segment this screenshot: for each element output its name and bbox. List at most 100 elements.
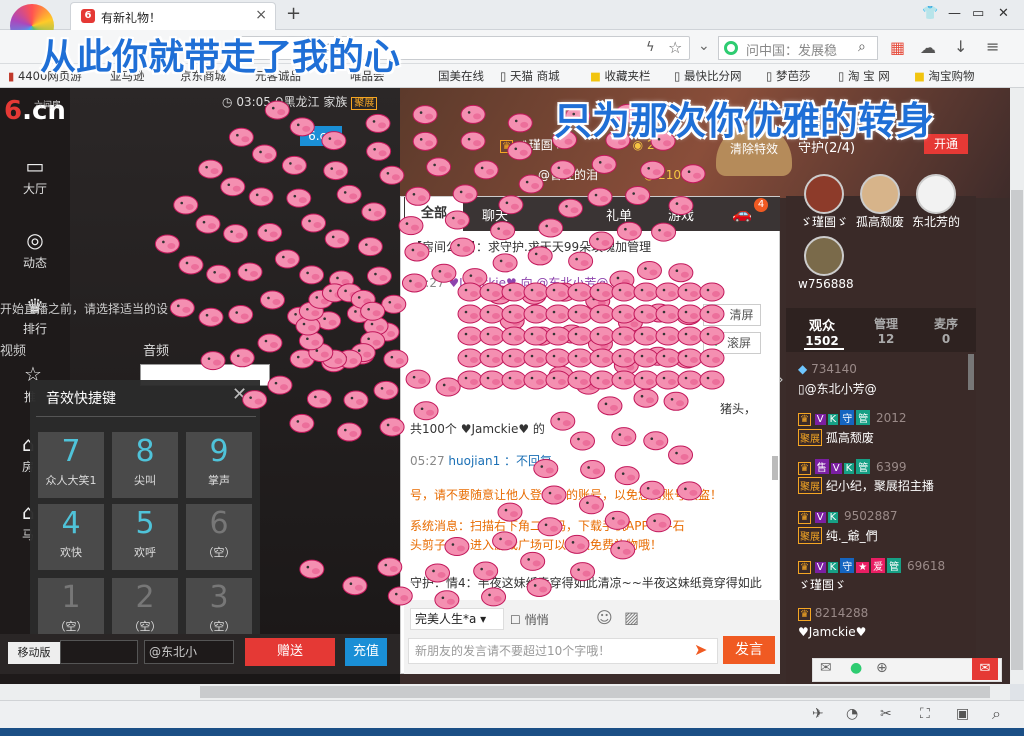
- key-label: （空）: [202, 546, 236, 559]
- whisper-checkbox[interactable]: ☐ 悄悄: [510, 611, 549, 628]
- list-item[interactable]: 聚展 纯._爺_們: [798, 527, 878, 544]
- horizontal-scroll-thumb[interactable]: [200, 686, 990, 698]
- sound-key-4[interactable]: 4 欢快: [38, 504, 104, 570]
- recharge-button[interactable]: 充值: [345, 638, 387, 666]
- avatar[interactable]: [860, 174, 900, 214]
- minimize-button[interactable]: —: [948, 6, 961, 21]
- list-item[interactable]: ♥Jamckie♥: [798, 625, 866, 639]
- family-tag[interactable]: 聚展: [351, 97, 378, 110]
- list-item[interactable]: ♛ V K 守 ★ 爱管 69618: [798, 558, 945, 574]
- bookmark-item[interactable]: ▯ 淘 宝 网: [838, 68, 890, 84]
- list-item[interactable]: ♛ VK守管 2012: [798, 410, 907, 426]
- bookmark-item[interactable]: ▯ 最快比分网: [674, 68, 742, 84]
- tab-admins[interactable]: 管理 12: [856, 315, 916, 346]
- send-button[interactable]: 发言: [723, 636, 775, 664]
- star-icon[interactable]: ☆: [668, 38, 682, 57]
- tab-games[interactable]: 游戏: [668, 205, 694, 224]
- menu-icon[interactable]: ≡: [986, 37, 999, 56]
- image-icon[interactable]: ▨: [624, 608, 639, 627]
- bookmark-item[interactable]: 国美在线: [438, 68, 484, 84]
- sound-key-7[interactable]: 7 众人大笑1: [38, 432, 104, 498]
- mail-icon[interactable]: ✉: [820, 660, 832, 676]
- lightning-icon[interactable]: ϟ: [646, 40, 655, 55]
- page-icon: ▯: [766, 69, 773, 83]
- mobile-version-link[interactable]: 移动版: [8, 642, 60, 664]
- gift-select[interactable]: [60, 640, 138, 664]
- close-icon[interactable]: ✕: [232, 384, 247, 405]
- avatar[interactable]: [804, 174, 844, 214]
- tab-all[interactable]: 全部: [405, 197, 463, 231]
- sound-key-9[interactable]: 9 掌声: [186, 432, 252, 498]
- sound-key-6[interactable]: 6 （空）: [186, 504, 252, 570]
- add-friend-icon[interactable]: ⊕: [876, 660, 888, 676]
- list-item[interactable]: ♛ 8214288: [798, 606, 868, 621]
- list-item[interactable]: ♛ VK 9502887: [798, 509, 897, 524]
- guard-name[interactable]: w756888: [798, 277, 854, 291]
- nav-item-feed[interactable]: ◎ 动态: [0, 228, 70, 271]
- browser-tab[interactable]: 6 有新礼物！ ×: [70, 2, 276, 30]
- guard-name[interactable]: ゞ瑾圄ゞ: [800, 213, 848, 230]
- speed-icon[interactable]: ◔: [846, 706, 858, 722]
- screenshot-icon[interactable]: ✂: [880, 706, 892, 722]
- page-icon: ▯: [500, 69, 507, 83]
- search-icon[interactable]: ⌕: [858, 39, 866, 55]
- apps-icon[interactable]: ▦: [890, 38, 905, 57]
- maximize-button[interactable]: ▭: [972, 6, 984, 21]
- chat-message: 05:27 ♥Jamckie♥ 向 @东北小芳@: [410, 274, 608, 291]
- avatar[interactable]: [804, 236, 844, 276]
- list-item[interactable]: 聚展 孤高颓废: [798, 429, 874, 446]
- chat-scrollbar[interactable]: [772, 456, 778, 480]
- video-label: 视频: [0, 344, 27, 359]
- sound-key-8[interactable]: 8 尖叫: [112, 432, 178, 498]
- bookmark-item[interactable]: ■ 收藏夹栏: [590, 68, 651, 84]
- list-item[interactable]: ♛ 售VK管 6399: [798, 459, 907, 475]
- online-icon[interactable]: ●: [850, 660, 862, 676]
- sound-key-5[interactable]: 5 欢呼: [112, 504, 178, 570]
- tab-chat[interactable]: 聊天: [482, 205, 508, 224]
- gift-send-button[interactable]: 赠送: [245, 638, 335, 666]
- window-icon[interactable]: ▣: [956, 706, 969, 722]
- zoom-icon[interactable]: ⌕: [992, 704, 1001, 724]
- guard-name[interactable]: 孤高颓废: [856, 213, 904, 230]
- collapse-arrow-icon[interactable]: ›: [778, 372, 784, 388]
- skin-icon[interactable]: 👕: [922, 6, 938, 21]
- search-engine-icon: [724, 41, 738, 55]
- user-id: 9502887: [844, 509, 898, 523]
- list-item[interactable]: 聚展 纪小纪，聚展招主播: [798, 477, 934, 494]
- chat-target-select[interactable]: 完美人生*a ▾: [410, 608, 504, 630]
- vertical-scroll-thumb[interactable]: [1011, 190, 1023, 670]
- emoji-icon[interactable]: ☺: [596, 608, 613, 627]
- cloud-icon[interactable]: ☁: [920, 38, 936, 57]
- clear-screen-button[interactable]: 🗑 清屏: [703, 304, 761, 326]
- list-item[interactable]: ▯@东北小芳@: [798, 380, 877, 397]
- chat-bubble-icon[interactable]: ✉: [972, 658, 998, 680]
- close-tab-icon[interactable]: ×: [255, 7, 267, 23]
- bookmark-item[interactable]: ▯ 梦芭莎: [766, 68, 811, 84]
- audience-scrollbar[interactable]: [968, 354, 974, 390]
- pin-icon[interactable]: ✈: [812, 706, 824, 722]
- chevron-down-icon[interactable]: ⌄: [698, 38, 710, 54]
- tab-mic-queue[interactable]: 麦序 0: [916, 315, 976, 346]
- nav-item-hall[interactable]: ▭ 大厅: [0, 154, 70, 197]
- guard-name[interactable]: 东北芳的: [912, 213, 960, 230]
- download-icon[interactable]: ↓: [954, 37, 967, 56]
- auto-scroll-button[interactable]: ✓ 滚屏: [703, 332, 761, 354]
- rank-name[interactable]: @曾经的泪: [538, 168, 598, 182]
- bookmark-item[interactable]: ▯ 天猫 商城: [500, 68, 560, 84]
- list-item[interactable]: ◆ 734140: [798, 362, 857, 376]
- tab-gifts[interactable]: 礼单: [606, 205, 632, 224]
- car-icon[interactable]: 🚗: [732, 204, 752, 223]
- close-window-button[interactable]: ✕: [998, 6, 1009, 21]
- new-tab-button[interactable]: +: [286, 3, 301, 24]
- target-user-select[interactable]: @东北小: [144, 640, 234, 664]
- chat-input[interactable]: 新朋友的发言请不要超过10个字哦！: [408, 638, 718, 664]
- list-item[interactable]: ゞ瑾圄ゞ: [798, 576, 846, 593]
- audio-label: 音频: [143, 344, 170, 359]
- avatar[interactable]: [916, 174, 956, 214]
- tab-audience[interactable]: 观众 1502: [792, 315, 852, 348]
- tab-label: 礼单: [606, 209, 633, 224]
- search-placeholder: 问中国：发展稳: [746, 44, 838, 59]
- fullscreen-icon[interactable]: ⛶: [920, 706, 930, 722]
- send-arrow-icon[interactable]: ➤: [694, 640, 707, 659]
- bookmark-item[interactable]: ■ 淘宝购物: [914, 68, 975, 84]
